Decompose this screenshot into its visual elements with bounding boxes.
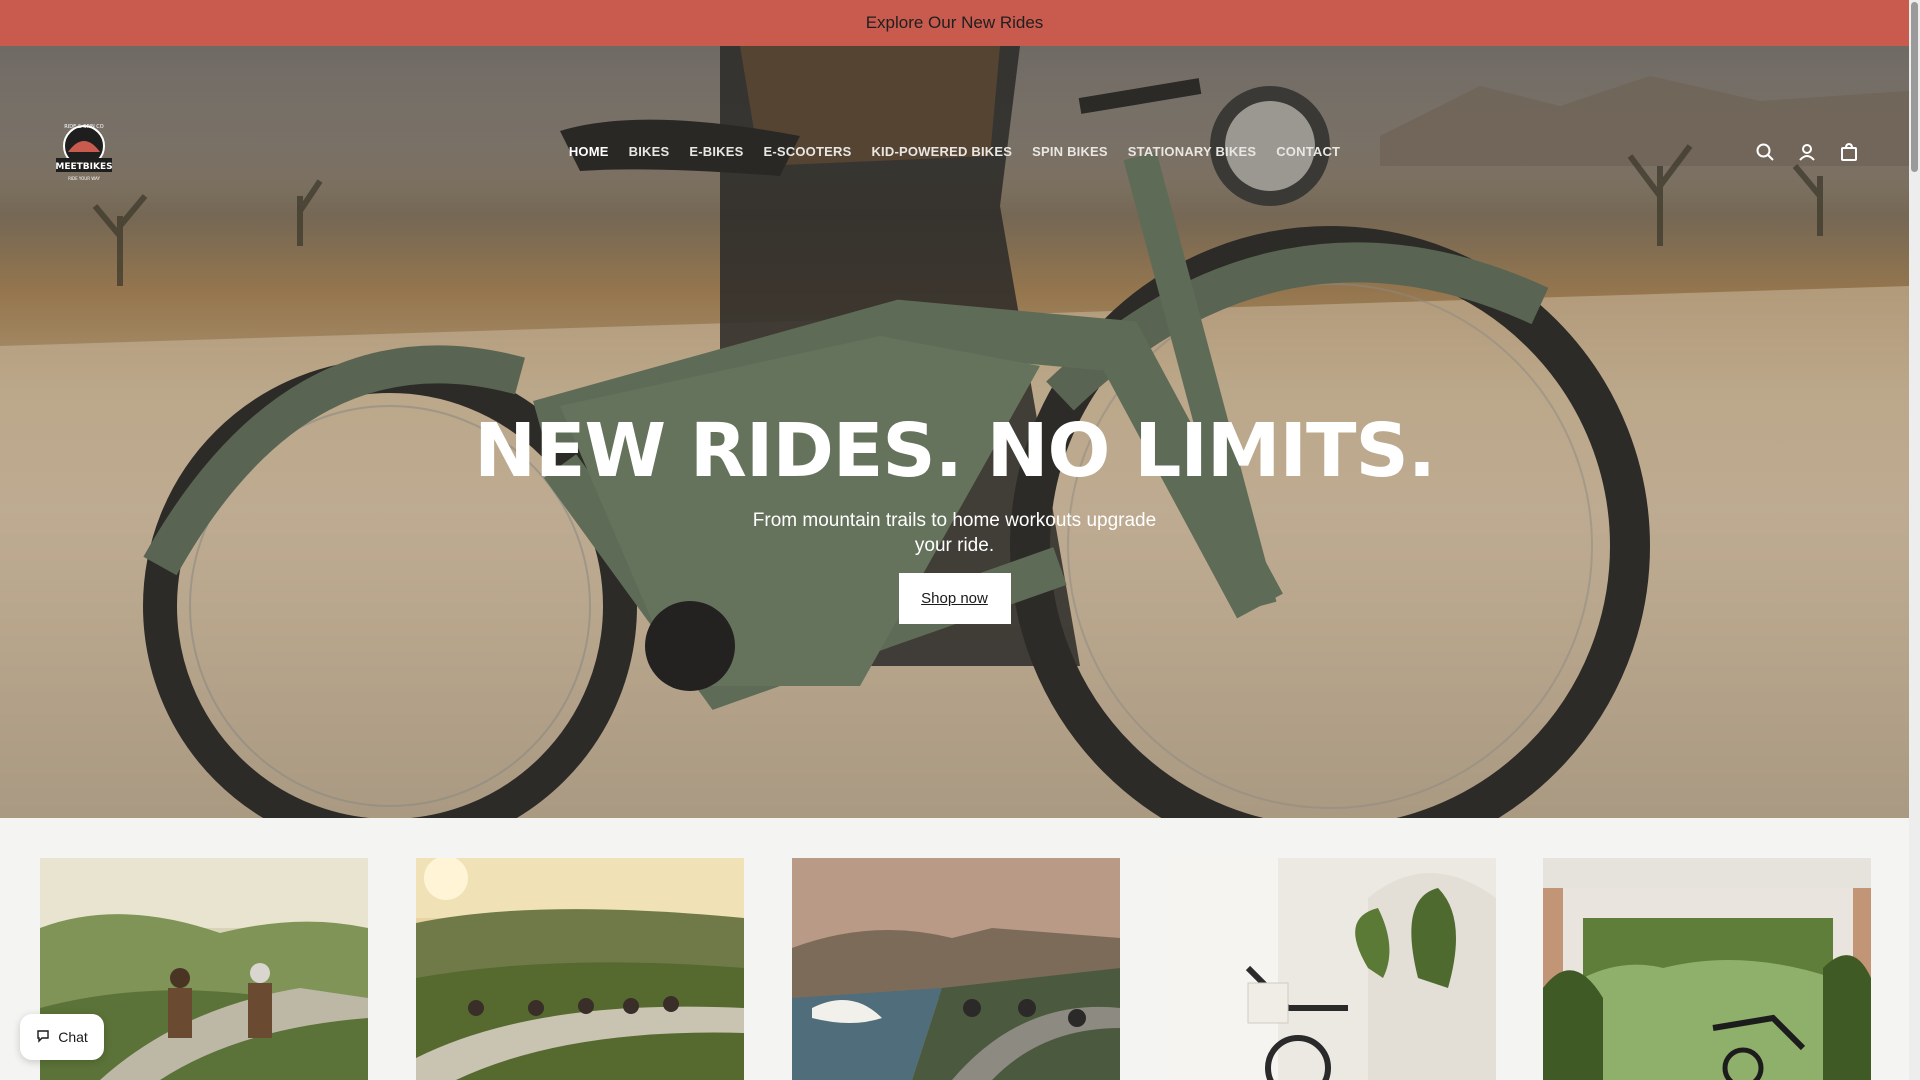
- page-scrollbar[interactable]: [1909, 0, 1920, 1080]
- hero-content: NEW RIDES. NO LIMITS. From mountain trai…: [0, 406, 1909, 624]
- hero-subtitle: From mountain trails to home workouts up…: [752, 510, 1157, 556]
- chat-label: Chat: [58, 1029, 88, 1045]
- cart-icon[interactable]: [1839, 142, 1859, 162]
- announcement-bar: Explore Our New Rides: [0, 0, 1909, 46]
- nav-item-home[interactable]: HOME: [559, 144, 619, 159]
- collection-card-coastal-road[interactable]: [792, 858, 1120, 1080]
- announcement-text[interactable]: Explore Our New Rides: [866, 13, 1044, 33]
- header-actions: [1755, 142, 1859, 162]
- nav-item-kid-powered-bikes[interactable]: KID-POWERED BIKES: [861, 144, 1022, 159]
- scrollbar-thumb[interactable]: [1911, 2, 1918, 172]
- svg-text:RIDE YOUR WAY: RIDE YOUR WAY: [68, 176, 100, 181]
- main-nav: HOME BIKES E-BIKES E-SCOOTERS KID-POWERE…: [0, 144, 1909, 159]
- chat-icon: [36, 1029, 50, 1046]
- nav-item-bikes[interactable]: BIKES: [619, 144, 680, 159]
- nav-item-e-scooters[interactable]: E-SCOOTERS: [754, 144, 862, 159]
- svg-text:RIDE & SPIN CO: RIDE & SPIN CO: [64, 124, 104, 130]
- search-icon[interactable]: [1755, 142, 1775, 162]
- nav-item-e-bikes[interactable]: E-BIKES: [679, 144, 753, 159]
- hero-banner: MEETBIKES RIDE & SPIN CO RIDE YOUR WAY H…: [0, 46, 1909, 818]
- collection-card-garage-bike[interactable]: [1543, 858, 1871, 1080]
- hero-title: NEW RIDES. NO LIMITS.: [474, 408, 1436, 494]
- nav-item-contact[interactable]: CONTACT: [1266, 144, 1350, 159]
- collection-card-group-cycling[interactable]: [416, 858, 744, 1080]
- shop-now-button[interactable]: Shop now: [898, 573, 1011, 624]
- account-icon[interactable]: [1797, 142, 1817, 162]
- collection-cards: [40, 858, 1871, 1080]
- chat-button[interactable]: Chat: [20, 1014, 104, 1060]
- nav-item-stationary-bikes[interactable]: STATIONARY BIKES: [1118, 144, 1266, 159]
- nav-item-spin-bikes[interactable]: SPIN BIKES: [1022, 144, 1118, 159]
- svg-text:MEETBIKES: MEETBIKES: [55, 162, 112, 172]
- collection-card-spin-bike-room[interactable]: [1168, 858, 1496, 1080]
